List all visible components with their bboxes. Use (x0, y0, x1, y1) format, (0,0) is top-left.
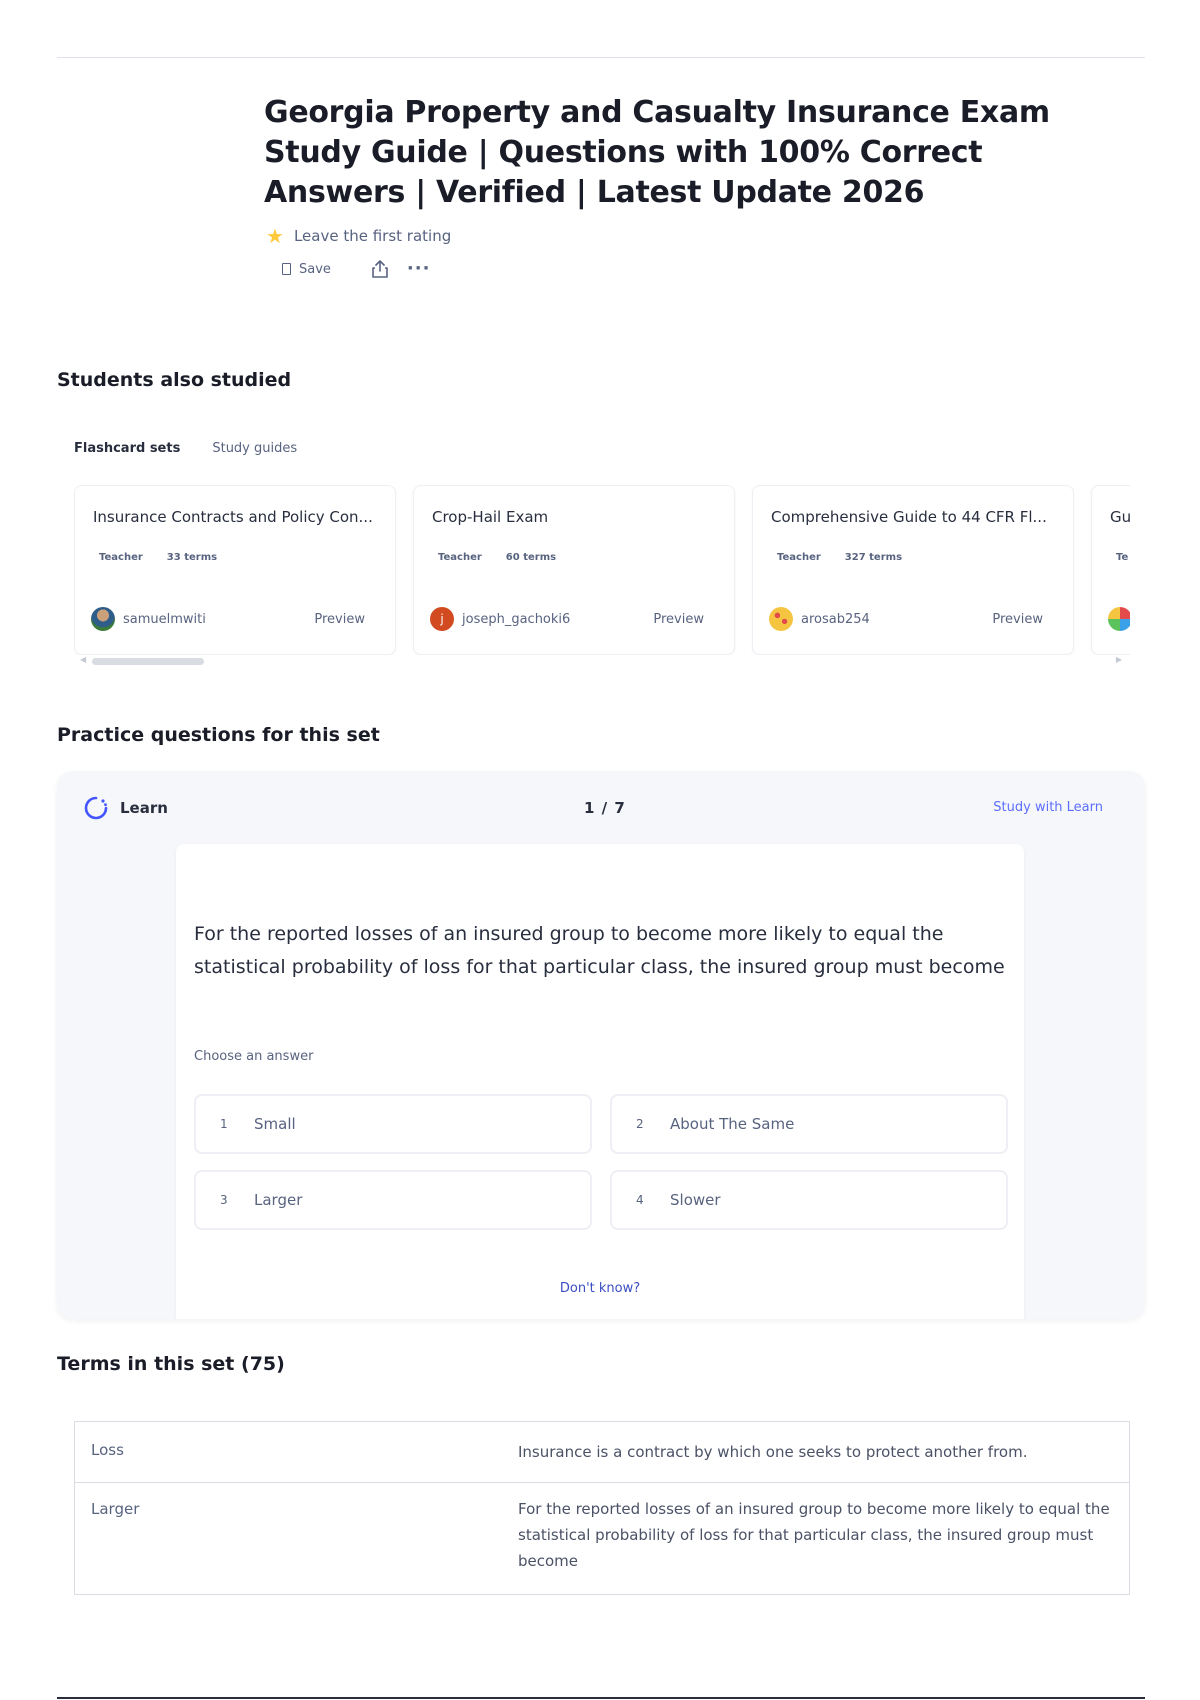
preview-button[interactable]: Preview (653, 612, 704, 627)
save-button[interactable]: Save (282, 262, 331, 277)
author-name: samuelmwiti (123, 611, 206, 627)
answer-number: 2 (636, 1117, 644, 1131)
answer-option[interactable]: 4 Slower (610, 1170, 1008, 1230)
term-definition: For the reported losses of an insured gr… (518, 1500, 1110, 1570)
choose-answer-label: Choose an answer (194, 1049, 314, 1064)
avatar (1108, 607, 1130, 631)
card-terms: 33 terms (166, 552, 218, 563)
rating-row[interactable]: ★ Leave the first rating (266, 226, 451, 246)
learn-mode-label: Learn (83, 795, 168, 821)
card-terms: 60 terms (505, 552, 557, 563)
learn-panel: Learn 1 / 7 Study with Learn For the rep… (57, 771, 1145, 1319)
answer-option[interactable]: 3 Larger (194, 1170, 592, 1230)
preview-button[interactable]: Preview (992, 612, 1043, 627)
table-row: Larger For the reported losses of an ins… (75, 1482, 1129, 1594)
answer-text: Larger (254, 1191, 303, 1209)
page-title: Georgia Property and Casualty Insurance … (264, 95, 1050, 210)
star-icon: ★ (266, 224, 284, 248)
card-meta: Teacher 33 terms (99, 552, 217, 563)
card-author[interactable]: arosab254 (769, 607, 870, 631)
study-with-learn-link[interactable]: Study with Learn (993, 800, 1103, 815)
answer-option[interactable]: 2 About The Same (610, 1094, 1008, 1154)
learn-icon (84, 796, 108, 820)
preview-button[interactable]: Preview (314, 612, 365, 627)
top-divider (57, 57, 1145, 58)
question-progress: 1 / 7 (584, 799, 626, 817)
card-author[interactable] (1108, 607, 1130, 631)
card-meta: Te (1116, 552, 1128, 563)
students-also-studied-heading: Students also studied (57, 369, 292, 391)
answer-number: 1 (220, 1117, 228, 1131)
tab-flashcard-sets[interactable]: Flashcard sets (74, 441, 180, 456)
terms-table: Loss Insurance is a contract by which on… (74, 1421, 1130, 1595)
practice-questions-heading: Practice questions for this set (57, 724, 380, 746)
author-name: joseph_gachoki6 (462, 611, 571, 627)
card-type: Teacher (438, 552, 482, 563)
terms-heading: Terms in this set (75) (57, 1353, 285, 1375)
answer-text: About The Same (670, 1115, 795, 1133)
card-title: Insurance Contracts and Policy Con... (93, 508, 373, 526)
rating-text[interactable]: Leave the first rating (294, 227, 451, 245)
set-actions: Save ··· (282, 258, 430, 280)
question-card: For the reported losses of an insured gr… (176, 844, 1024, 1319)
answer-option[interactable]: 1 Small (194, 1094, 592, 1154)
card-type: Teacher (99, 552, 143, 563)
card-title: Comprehensive Guide to 44 CFR Fl... (771, 508, 1047, 526)
bookmark-icon (282, 263, 291, 275)
card-title: Gu (1110, 508, 1130, 526)
scroll-left-icon[interactable]: ◀ (80, 655, 86, 664)
more-icon[interactable]: ··· (407, 260, 431, 278)
card-terms: 327 terms (844, 552, 903, 563)
dont-know-button[interactable]: Don't know? (176, 1281, 1024, 1296)
avatar: j (430, 607, 454, 631)
share-icon[interactable] (369, 258, 391, 280)
answer-text: Slower (670, 1191, 721, 1209)
carousel-scrollbar[interactable]: ◀ ▶ (80, 655, 1122, 665)
term-word: Larger (91, 1500, 140, 1518)
learn-label: Learn (120, 799, 168, 817)
scroll-right-icon[interactable]: ▶ (1116, 655, 1122, 664)
avatar (769, 607, 793, 631)
answer-number: 4 (636, 1193, 644, 1207)
related-set-card[interactable]: Insurance Contracts and Policy Con... Te… (74, 485, 396, 655)
save-label: Save (299, 261, 331, 277)
related-sets-carousel: Insurance Contracts and Policy Con... Te… (74, 485, 1130, 655)
avatar (91, 607, 115, 631)
related-set-card[interactable]: Gu Te (1091, 485, 1130, 655)
term-definition: Insurance is a contract by which one see… (518, 1443, 1028, 1461)
card-title: Crop-Hail Exam (432, 508, 549, 526)
related-set-card[interactable]: Crop-Hail Exam Teacher 60 terms j joseph… (413, 485, 735, 655)
card-meta: Teacher 60 terms (438, 552, 556, 563)
card-type: Teacher (777, 552, 821, 563)
table-row: Loss Insurance is a contract by which on… (75, 1422, 1129, 1482)
bottom-divider (57, 1697, 1145, 1699)
answer-text: Small (254, 1115, 296, 1133)
card-meta: Teacher 327 terms (777, 552, 902, 563)
tab-study-guides[interactable]: Study guides (212, 441, 297, 456)
card-author[interactable]: samuelmwiti (91, 607, 206, 631)
author-name: arosab254 (801, 611, 870, 627)
question-text: For the reported losses of an insured gr… (194, 923, 1005, 978)
term-word: Loss (91, 1441, 124, 1459)
card-type: Te (1116, 552, 1129, 563)
related-set-card[interactable]: Comprehensive Guide to 44 CFR Fl... Teac… (752, 485, 1074, 655)
scrollbar-thumb[interactable] (92, 658, 204, 665)
answer-number: 3 (220, 1193, 228, 1207)
card-author[interactable]: j joseph_gachoki6 (430, 607, 570, 631)
study-tabs: Flashcard sets Study guides (74, 441, 297, 456)
